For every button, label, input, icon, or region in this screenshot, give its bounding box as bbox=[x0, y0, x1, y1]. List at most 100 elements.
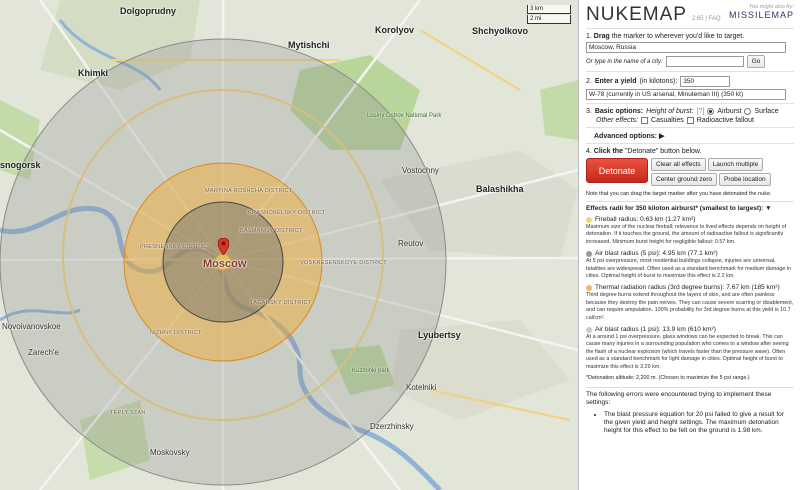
step-1: 1. Drag the marker to wherever you'd lik… bbox=[586, 33, 794, 68]
label-vostochny: Vostochny bbox=[402, 166, 439, 175]
step-title: Click the bbox=[593, 148, 623, 155]
effect-body: Maximum size of the nuclear fireball; re… bbox=[586, 224, 787, 245]
effect-head: Fireball radius: 0.63 km (1.27 km²) bbox=[595, 216, 696, 223]
city-prompt: Or type in the name of a city: bbox=[586, 58, 663, 65]
missilemap-link[interactable]: MISSILEMAP bbox=[729, 10, 794, 20]
step-4: 4. Click the "Detonate" button below. De… bbox=[586, 148, 794, 197]
effect-color-dot bbox=[586, 251, 592, 258]
yield-input[interactable]: 350 bbox=[680, 76, 731, 87]
step-unit: (in kilotons): bbox=[639, 78, 678, 85]
airburst-radio[interactable] bbox=[707, 108, 715, 115]
errors-section: The following errors were encountered tr… bbox=[586, 387, 794, 435]
version: 2.65 | FAQ bbox=[691, 16, 721, 22]
label-losiny-park: Losiny Ostrov National Park bbox=[367, 113, 442, 119]
step-num: 3. bbox=[586, 108, 592, 115]
launch-multiple-button[interactable]: Launch multiple bbox=[707, 158, 764, 171]
effect-head: Air blast radius (5 psi): 4.95 km (77.1 … bbox=[595, 250, 718, 258]
go-button[interactable]: Go bbox=[746, 55, 766, 68]
effect-color-dot bbox=[586, 327, 592, 334]
probe-location-button[interactable]: Probe location bbox=[719, 173, 771, 186]
control-panel: NUKEMAP 2.65 | FAQ You might also try: M… bbox=[578, 0, 800, 490]
step-title: Drag bbox=[593, 33, 610, 40]
scale-mi: 2 mi bbox=[527, 15, 571, 24]
step-num: 1. bbox=[586, 33, 592, 40]
label-krasnogorsk: snogorsk bbox=[0, 160, 41, 170]
label-kotelniki: Kotelniki bbox=[406, 383, 437, 392]
hob-label: Height of burst: bbox=[646, 108, 694, 115]
label-reutov: Reutov bbox=[398, 239, 424, 248]
step-text: "Detonate" bbox=[624, 148, 659, 155]
step-title: Basic options: bbox=[594, 108, 644, 115]
faq-link[interactable]: FAQ bbox=[709, 16, 721, 22]
surface-label: Surface bbox=[754, 108, 779, 115]
casualties-label: Casualties bbox=[651, 117, 684, 124]
step-3: 3. Basic options: Height of burst: [?] A… bbox=[586, 108, 794, 124]
panel-header: NUKEMAP 2.65 | FAQ You might also try: M… bbox=[586, 4, 794, 29]
label-moskovsky: Moskovsky bbox=[150, 448, 190, 457]
label-dolgoprudny: Dolgoprudny bbox=[120, 6, 176, 16]
errors-intro: The following errors were encountered tr… bbox=[586, 391, 772, 407]
also-try: You might also try: MISSILEMAP bbox=[729, 4, 794, 20]
effect-blast-5psi: Air blast radius (5 psi): 4.95 km (77.1 … bbox=[586, 250, 794, 280]
step-num: 4. bbox=[586, 148, 592, 155]
effects-title[interactable]: Effects radii for 350 kiloton airburst* … bbox=[586, 201, 794, 212]
label-zarech: Zarech'e bbox=[28, 348, 59, 357]
label-khimki: Khimki bbox=[78, 68, 109, 78]
casualties-checkbox[interactable] bbox=[641, 117, 649, 124]
advanced-options-toggle[interactable]: Advanced options: ▶ bbox=[586, 132, 794, 140]
detonation-altitude-note: *Detonation altitude: 2,200 m. (Chosen t… bbox=[586, 375, 750, 382]
target-marker-icon[interactable] bbox=[218, 238, 229, 255]
label-district: TAGANSKY DISTRICT bbox=[250, 300, 312, 306]
label-lyubertsy: Lyubertsy bbox=[418, 330, 461, 340]
surface-radio[interactable] bbox=[744, 108, 752, 115]
fallout-checkbox[interactable] bbox=[686, 117, 694, 124]
label-balashikha: Balashikha bbox=[476, 184, 524, 194]
airburst-label: Airburst bbox=[717, 108, 742, 115]
effect-body: At 5 psi overpressure, most residential … bbox=[586, 258, 791, 280]
step-num: 2. bbox=[586, 78, 592, 85]
effect-body: Third degree burns extend throughout the… bbox=[586, 292, 794, 321]
label-district: KRASNOSELSKY DISTRICT bbox=[248, 210, 326, 216]
center-ground-zero-button[interactable]: Center ground zero bbox=[651, 173, 718, 186]
step-title: Enter a yield bbox=[594, 78, 637, 85]
label-district: BASMANNY DISTRICT bbox=[240, 228, 303, 234]
drag-note: Note that you can drag the target marker… bbox=[586, 191, 772, 197]
effect-thermal: Thermal radiation radius (3rd degree bur… bbox=[586, 284, 794, 322]
step-2: 2. Enter a yield (in kilotons): 350 W-78… bbox=[586, 76, 794, 100]
other-effects-label: Other effects: bbox=[596, 117, 639, 124]
label-district: VOSKRESENSKOYE DISTRICT bbox=[300, 260, 387, 266]
map-scale: 3 km 2 mi bbox=[527, 5, 571, 25]
hob-help-link[interactable]: [?] bbox=[697, 108, 705, 115]
effect-fireball: Fireball radius: 0.63 km (1.27 km²) Maxi… bbox=[586, 216, 794, 246]
step-text: button below. bbox=[660, 148, 702, 155]
scale-km: 3 km bbox=[527, 5, 571, 14]
fallout-label: Radioactive fallout bbox=[696, 117, 754, 124]
map-canvas[interactable]: 3 km 2 mi Dolgoprudny Khimki Mytishchi K… bbox=[0, 0, 578, 490]
clear-effects-button[interactable]: Clear all effects bbox=[651, 158, 706, 171]
label-mytishchi: Mytishchi bbox=[288, 40, 330, 50]
error-item: The blast pressure equation for 20 psi f… bbox=[604, 411, 794, 435]
effect-blast-1psi: Air blast radius (1 psi): 13.9 km (610 k… bbox=[586, 326, 794, 371]
zoom-control bbox=[6, 6, 7, 7]
step-text: the marker to wherever you'd like to tar… bbox=[611, 33, 745, 40]
label-dzerzhinsky: Dzerzhinsky bbox=[370, 422, 414, 431]
label-moscow: Moscow bbox=[203, 258, 247, 270]
label-novoivankovskoe: Novoivanovskoe bbox=[2, 322, 61, 331]
effect-color-dot bbox=[586, 217, 592, 223]
effect-body: At a around 1 psi overpressure, glass wi… bbox=[586, 334, 789, 370]
city-input[interactable] bbox=[665, 56, 744, 67]
effect-head: Air blast radius (1 psi): 13.9 km (610 k… bbox=[595, 326, 716, 334]
nukemap-logo[interactable]: NUKEMAP bbox=[586, 4, 687, 25]
label-kuzminki-park: Kuzminki park bbox=[352, 368, 390, 374]
label-korolyov: Korolyov bbox=[375, 25, 415, 35]
label-shchyolkovo: Shchyolkovo bbox=[472, 26, 529, 36]
label-district: PRESNENSKY DISTRICT bbox=[140, 244, 211, 250]
label-district: TEPLY STAN bbox=[110, 410, 146, 416]
detonate-button[interactable]: Detonate bbox=[586, 158, 648, 183]
effect-head: Thermal radiation radius (3rd degree bur… bbox=[595, 284, 780, 292]
location-select[interactable]: Moscow, Russia bbox=[586, 42, 786, 53]
label-district: MARYINA ROSHCHA DISTRICT bbox=[205, 188, 293, 194]
preset-select[interactable]: W-78 (currently in US arsenal, Minuteman… bbox=[586, 89, 786, 100]
label-district: NIZHNY DISTRICT bbox=[150, 330, 202, 336]
effect-color-dot bbox=[586, 285, 592, 292]
